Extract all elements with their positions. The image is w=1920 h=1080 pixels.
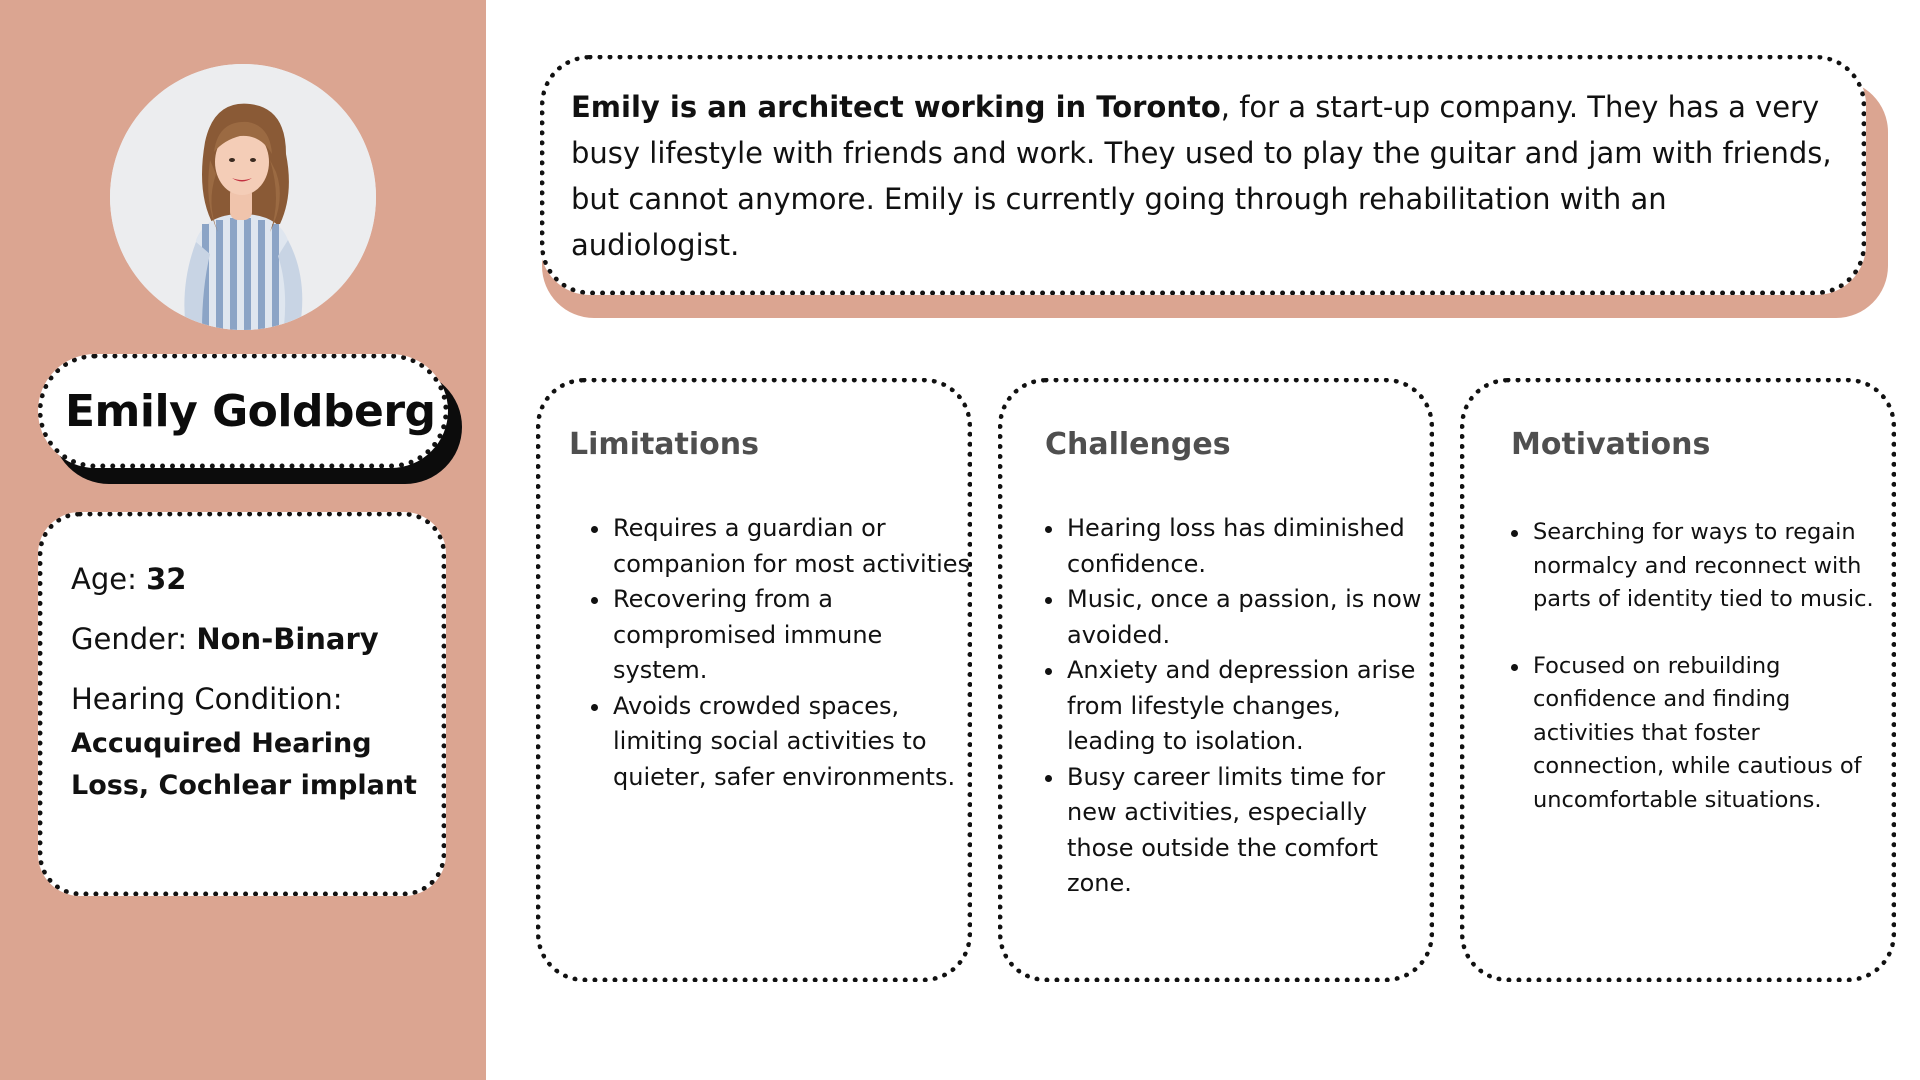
demographics-card: Age: 32 Gender: Non-Binary Hearing Condi… — [38, 512, 446, 896]
name-card: Emily Goldberg — [38, 354, 448, 468]
challenges-title: Challenges — [1045, 427, 1231, 462]
limitations-card: Limitations Requires a guardian or compa… — [536, 378, 972, 982]
gender-row: Gender: Non-Binary — [71, 621, 417, 657]
gender-value: Non-Binary — [196, 622, 379, 656]
list-item: Searching for ways to regain normalcy an… — [1509, 516, 1881, 617]
motivations-list: Searching for ways to regain normalcy an… — [1509, 516, 1881, 817]
list-item: Focused on rebuilding confidence and fin… — [1509, 650, 1881, 818]
list-item: Hearing loss has diminished confidence. — [1043, 511, 1425, 582]
list-item: Requires a guardian or companion for mos… — [589, 511, 971, 582]
persona-name: Emily Goldberg — [65, 385, 436, 437]
person-photo-icon — [110, 64, 376, 330]
age-value: 32 — [146, 562, 187, 596]
limitations-title: Limitations — [569, 427, 759, 462]
list-item: Busy career limits time for new activiti… — [1043, 760, 1425, 902]
bio-card: Emily is an architect working in Toronto… — [540, 55, 1866, 295]
bio-lead: Emily is an architect working in Toronto — [571, 90, 1221, 124]
hearing-condition-value: Accuquired Hearing Loss, Cochlear implan… — [71, 728, 417, 801]
profile-sidebar: Emily Goldberg Age: 32 Gender: Non-Binar… — [0, 0, 486, 1080]
limitations-list: Requires a guardian or companion for mos… — [589, 511, 971, 795]
age-label: Age: — [71, 562, 137, 596]
persona-page: Emily Goldberg Age: 32 Gender: Non-Binar… — [0, 0, 1920, 1080]
gender-label: Gender: — [71, 622, 188, 656]
age-row: Age: 32 — [71, 561, 417, 597]
list-item: Recovering from a compromised immune sys… — [589, 582, 971, 689]
bio-text: Emily is an architect working in Toronto… — [571, 84, 1833, 268]
motivations-title: Motivations — [1511, 427, 1711, 462]
profile-avatar — [110, 64, 376, 330]
hearing-condition-label: Hearing Condition: — [71, 682, 343, 716]
motivations-card: Motivations Searching for ways to regain… — [1460, 378, 1896, 982]
list-item: Anxiety and depression arise from lifest… — [1043, 653, 1425, 760]
challenges-list: Hearing loss has diminished confidence. … — [1043, 511, 1425, 902]
list-item: Avoids crowded spaces, limiting social a… — [589, 689, 971, 796]
list-item: Music, once a passion, is now avoided. — [1043, 582, 1425, 653]
challenges-card: Challenges Hearing loss has diminished c… — [998, 378, 1434, 982]
